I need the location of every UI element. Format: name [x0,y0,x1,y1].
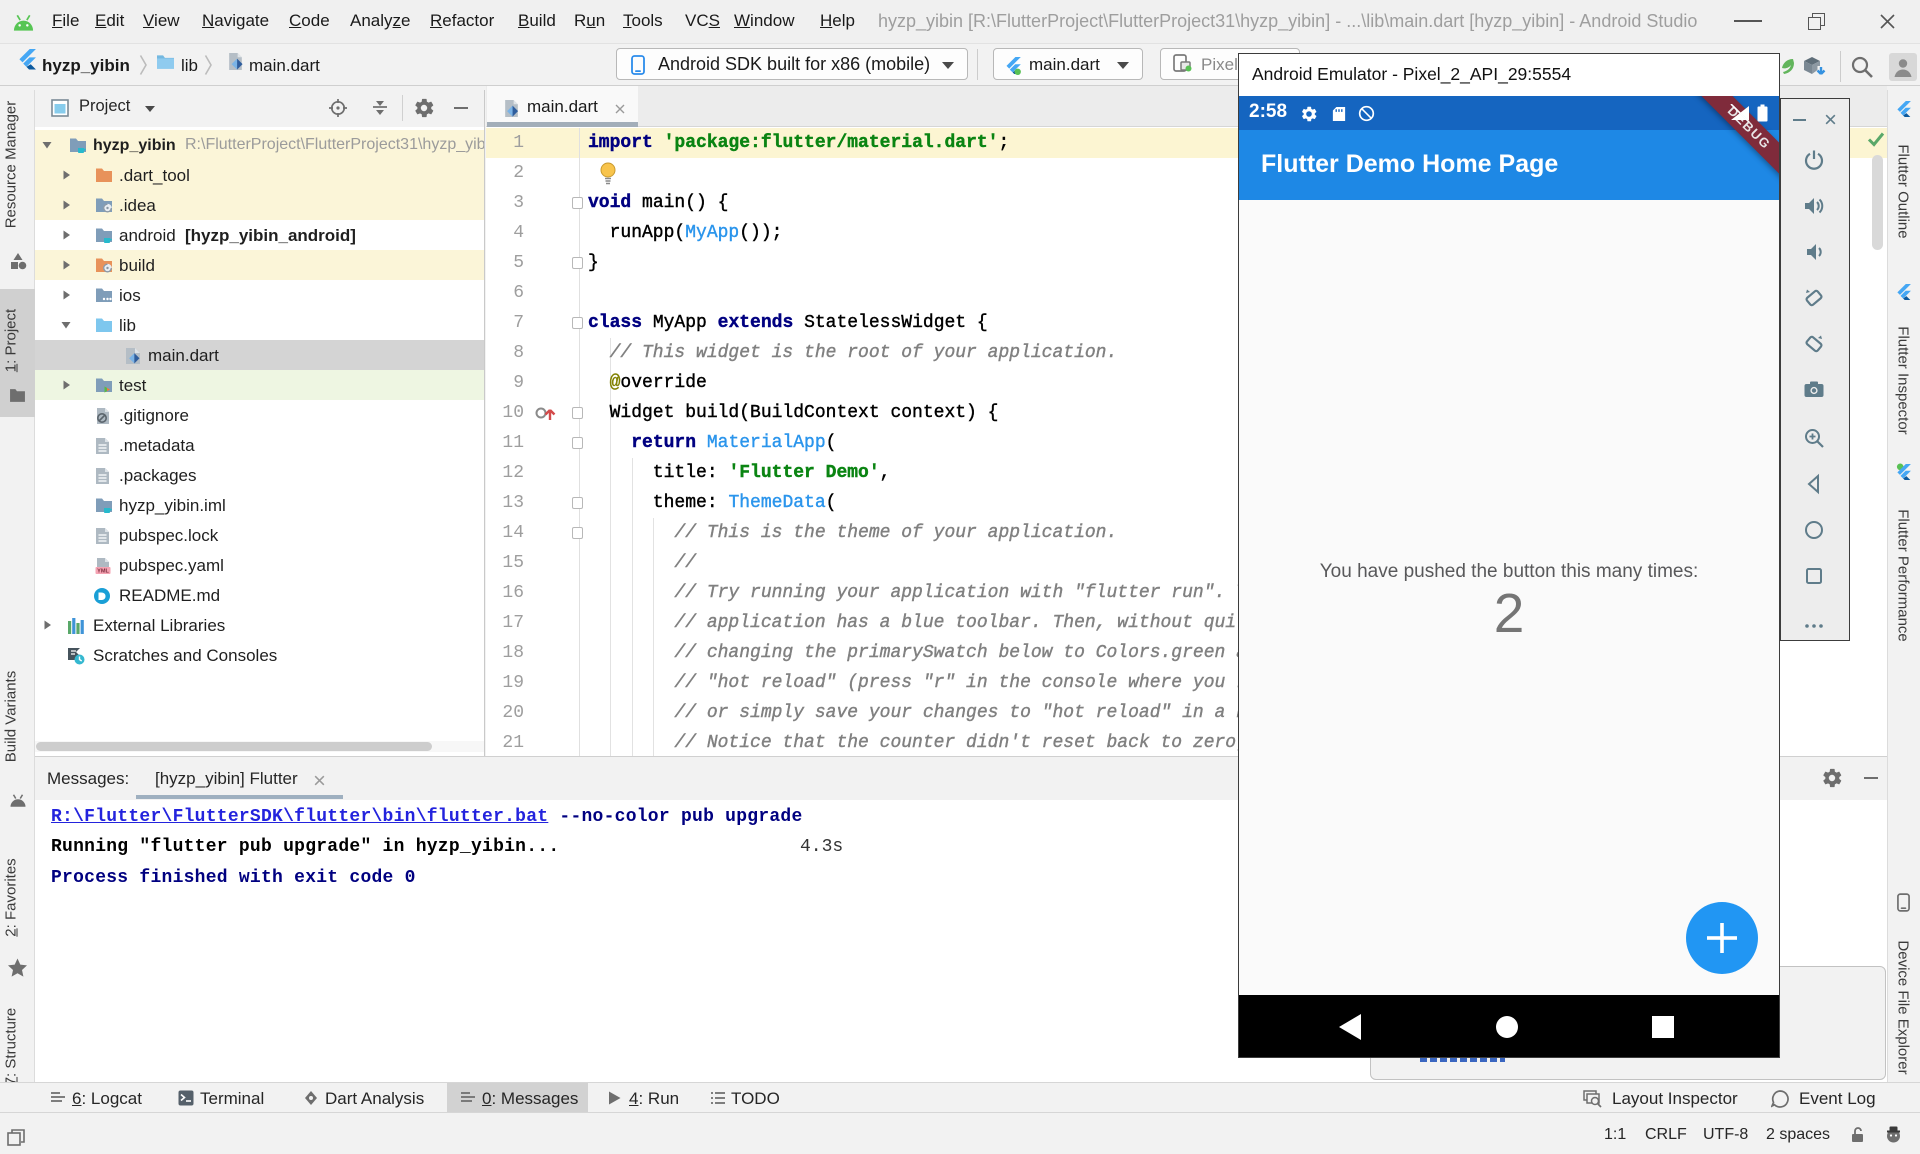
svg-text:YML: YML [97,569,109,575]
